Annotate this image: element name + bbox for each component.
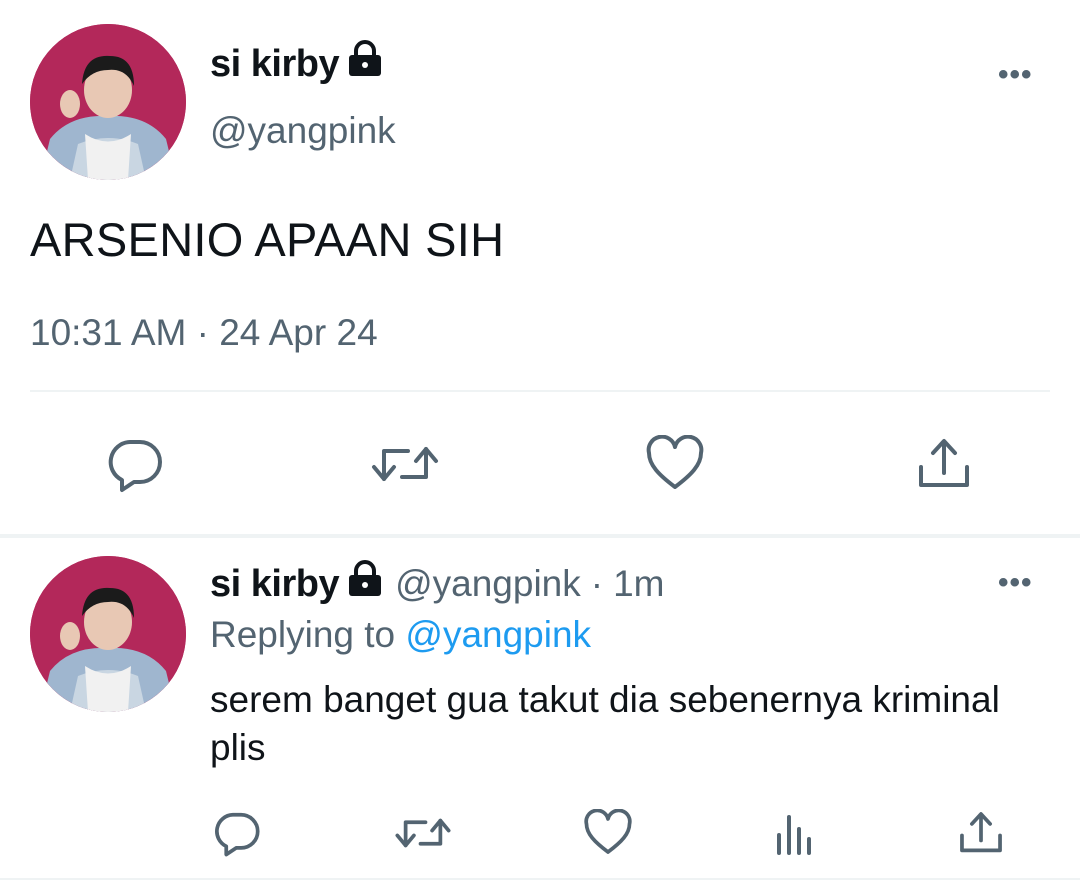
timestamp-separator: · [196, 312, 209, 353]
lock-icon [347, 560, 383, 608]
avatar-image [30, 556, 186, 712]
reply-icon [215, 812, 260, 857]
like-button[interactable] [644, 434, 706, 494]
reply-separator: · [590, 563, 604, 604]
reply-author-handle[interactable]: @yangpink [395, 563, 581, 605]
author-name-text: si kirby [210, 42, 340, 85]
bottom-divider [0, 878, 1080, 880]
tweet-text: ARSENIO APAAN SIH [30, 213, 505, 266]
tweet-time: 10:31 AM [30, 312, 187, 353]
share-icon [919, 439, 969, 487]
reply-reply-button[interactable] [212, 808, 262, 858]
replying-to: Replying to @yangpink [210, 614, 591, 656]
tweet-date: 24 Apr 24 [219, 312, 378, 353]
author-name[interactable]: si kirby [210, 40, 383, 88]
retweet-icon [372, 447, 438, 481]
reply-icon [108, 440, 162, 492]
reply-header: si kirby @yangpink · 1m [210, 560, 664, 608]
reply-author-name[interactable]: si kirby [210, 560, 383, 608]
reply-avatar[interactable] [30, 556, 186, 712]
lock-icon [347, 40, 383, 88]
reply-button[interactable] [105, 434, 165, 494]
avatar-image [30, 24, 186, 180]
analytics-icon [777, 815, 811, 855]
reply-analytics-button[interactable] [770, 808, 820, 858]
reply-like-button[interactable] [582, 808, 634, 858]
replying-to-handle[interactable]: @yangpink [405, 614, 591, 655]
retweet-icon [395, 818, 451, 848]
share-icon [960, 812, 1002, 853]
like-icon [584, 809, 632, 854]
more-options-icon[interactable]: ••• [998, 58, 1033, 92]
reply-retweet-button[interactable] [394, 808, 452, 858]
reply-text: serem banget gua takut dia sebenernya kr… [210, 679, 1000, 768]
section-separator [0, 534, 1080, 538]
reply-author-name-text: si kirby [210, 562, 340, 605]
divider [30, 390, 1050, 392]
reply-age[interactable]: 1m [613, 563, 664, 605]
share-button[interactable] [914, 434, 974, 494]
tweet-timestamp[interactable]: 10:31 AM · 24 Apr 24 [30, 312, 378, 354]
avatar[interactable] [30, 24, 186, 180]
replying-to-prefix: Replying to [210, 614, 396, 655]
author-handle[interactable]: @yangpink [210, 110, 396, 152]
retweet-button[interactable] [370, 434, 440, 494]
reply-more-options-icon[interactable]: ••• [998, 566, 1033, 600]
reply-share-button[interactable] [956, 808, 1006, 858]
like-icon [646, 435, 704, 489]
